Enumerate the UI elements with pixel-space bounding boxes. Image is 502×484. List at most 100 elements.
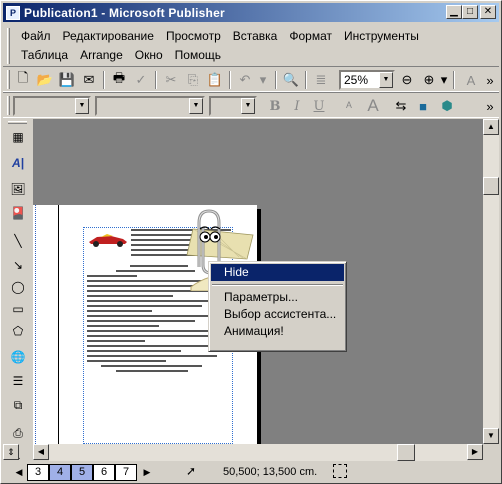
menu-item-choose-assistant[interactable]: Выбор ассистента... [211,306,344,323]
menu-separator [211,281,344,289]
toolbar-overflow-icon[interactable]: » [483,96,497,116]
oval-tool-icon[interactable]: ◯ [7,277,29,297]
toolbar-grip[interactable] [7,70,10,89]
page-tab[interactable]: 3 [27,464,49,481]
open-folder-icon[interactable]: 📂 [35,70,55,90]
pointer-table-icon[interactable]: ▦ [7,127,29,147]
font-grow-icon[interactable]: A [363,96,383,116]
toolbar-grip[interactable] [7,96,10,115]
rectangle-tool-icon[interactable]: ▭ [7,299,29,319]
3d-box-icon[interactable]: ⬢ [437,96,457,116]
next-page-icon[interactable]: ▶ [141,464,153,480]
scroll-right-icon[interactable]: ▶ [467,444,483,460]
menu-insert[interactable]: Вставка [227,28,284,45]
margin-guide [35,205,36,444]
separator [305,71,307,89]
scroll-toggle-icon[interactable]: ⇕ [3,444,19,460]
toolbar-grip[interactable] [8,121,27,124]
swap-arrows-icon[interactable]: ⇆ [391,96,411,116]
minimize-button[interactable]: ▁ [446,5,462,19]
maximize-button[interactable]: □ [462,5,478,19]
separator [275,71,277,89]
chevron-down-icon[interactable]: ▼ [379,72,393,88]
menu-item-animate[interactable]: Анимация! [211,323,344,340]
menu-view[interactable]: Просмотр [160,28,227,45]
menu-item-options[interactable]: Параметры... [211,289,344,306]
zoom-dropdown-icon[interactable]: ▾ [439,70,449,90]
scroll-up-icon[interactable]: ▲ [483,119,499,135]
close-button[interactable]: ✕ [480,5,496,19]
scroll-left-icon[interactable]: ◀ [33,444,49,460]
page-tab-selected[interactable]: 4 [49,464,71,481]
menu-item-hide[interactable]: Hide [211,264,344,281]
undo-dropdown-icon[interactable]: ▾ [253,70,273,90]
horizontal-scroll-thumb[interactable] [397,444,415,461]
chevron-down-icon[interactable]: ▼ [75,98,89,114]
arrow-tool-icon[interactable]: ↘ [7,255,29,275]
scroll-down-icon[interactable]: ▼ [483,428,499,444]
vertical-scrollbar[interactable]: ▲ ▼ [483,119,499,444]
menu-file[interactable]: Файл [17,28,57,45]
window-title: Publication1 - Microsoft Publisher [24,5,225,20]
print-icon[interactable]: 🖶 [109,70,129,90]
publisher-app-icon[interactable]: P [6,5,20,20]
menu-help[interactable]: Помощь [169,47,227,64]
page-tab[interactable]: 6 [93,464,115,481]
vertical-scroll-thumb[interactable] [483,177,499,195]
page-tab[interactable]: 7 [115,464,137,481]
form-control-icon[interactable]: ☰ [7,371,29,391]
copy-icon[interactable]: ⎘ [183,70,203,90]
zoom-in-icon[interactable]: ⊕ [419,70,439,90]
horizontal-scroll-track[interactable] [49,444,467,461]
toolbar-overflow-icon[interactable]: » [483,70,497,90]
zoom-select[interactable]: 25% ▼ [339,70,395,90]
menu-window[interactable]: Окно [129,47,169,64]
picture-frame-icon[interactable]: 🖼 [7,179,29,199]
menu-edit[interactable]: Редактирование [57,28,160,45]
window-controls: ▁ □ ✕ [446,5,496,19]
text-frame-icon[interactable]: A| [7,153,29,173]
title-bar[interactable]: P Publication1 - Microsoft Publisher ▁ □… [3,3,499,22]
new-document-icon[interactable]: 🗋 [13,70,33,90]
fill-color-icon[interactable]: ■ [413,96,433,116]
mail-icon[interactable]: ✉ [79,70,99,90]
bold-icon[interactable]: B [265,96,285,116]
underline-icon[interactable]: U [309,96,329,116]
line-tool-icon[interactable]: ╲ [7,231,29,251]
menu-grip[interactable] [7,28,10,64]
font-size-select[interactable]: ▼ [209,96,257,116]
menu-table[interactable]: Таблица [17,47,74,64]
chevron-down-icon[interactable]: ▼ [189,98,203,114]
formatting-toolbar: ▼ ▼ ▼ B I U ᴬ A ⇆ ■ ⬢ » [3,92,499,118]
columns-icon[interactable]: ≣ [311,70,331,90]
zoom-value: 25% [344,73,369,87]
italic-icon[interactable]: I [287,96,307,116]
chevron-down-icon[interactable]: ▼ [241,98,255,114]
paste-icon[interactable]: 📋 [205,70,225,90]
standard-toolbar: 🗋 📂 💾 ✉ 🖶 ✓ ✂ ⎘ 📋 ↶ ▾ 🔍 ≣ ¶ 25% ▼ ⊖ ⊕ ▾ … [3,66,499,92]
zoom-out-icon[interactable]: ⊖ [397,70,417,90]
autoshapes-icon[interactable]: ⬠ [7,321,29,341]
horizontal-scrollbar[interactable]: ⇕ ◀ ▶ [3,444,499,461]
menu-format[interactable]: Формат [283,28,338,45]
save-icon[interactable]: 💾 [57,70,77,90]
separator [103,71,105,89]
font-select[interactable]: ▼ [95,96,205,116]
hotspot-icon[interactable]: 🌐 [7,347,29,367]
cut-icon[interactable]: ✂ [161,70,181,90]
spelling-icon[interactable]: ✓ [131,70,151,90]
print-preview-icon[interactable]: 🔍 [281,70,301,90]
prev-page-icon[interactable]: ◀ [13,464,25,480]
design-gallery-icon[interactable]: ⎙ [7,423,29,443]
text-style-icon[interactable]: A [461,70,481,90]
clip-art-icon[interactable]: 🎴 [7,203,29,223]
menu-bar: Файл Редактирование Просмотр Вставка Фор… [3,25,497,67]
style-select[interactable]: ▼ [13,96,91,116]
menu-arrange[interactable]: Arrange [74,47,129,64]
superscript-icon[interactable]: ᴬ [339,96,359,116]
race-car-image[interactable] [87,231,129,247]
html-fragment-icon[interactable]: ⧉ [7,395,29,415]
menu-tools[interactable]: Инструменты [338,28,425,45]
undo-icon[interactable]: ↶ [235,70,255,90]
page-tab-selected[interactable]: 5 [71,464,93,481]
